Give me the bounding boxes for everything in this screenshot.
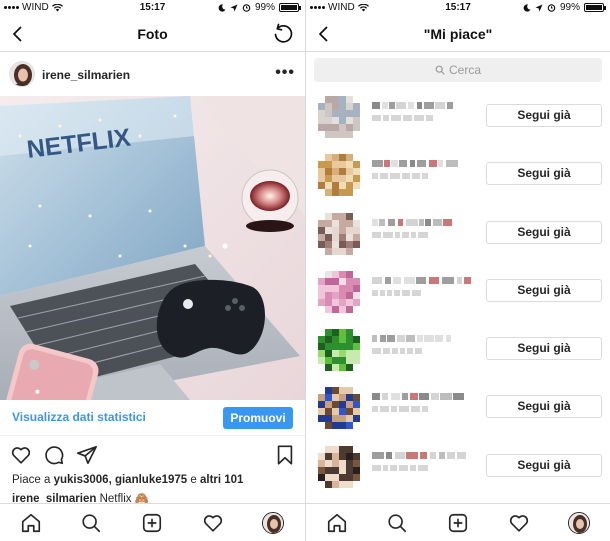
battery-icon [279,3,301,12]
liker-name-censored [372,393,464,413]
nav-bar: Foto [0,16,305,52]
status-indicators: 99% [218,2,301,13]
promote-button[interactable]: Promuovi [223,407,293,429]
liker-avatar[interactable] [316,444,362,490]
liker-name-censored [372,218,452,238]
likes-summary[interactable]: Piace a yukis3006, gianluke1975 e altri … [12,474,243,486]
moon-icon [218,3,226,12]
location-arrow-icon [535,4,543,11]
likes-screen: WIND 15:17 99% "Mi piace" Cerca Segui gi… [305,0,610,541]
search-icon[interactable] [386,512,408,534]
liker-avatar[interactable] [316,94,362,140]
heart-icon[interactable] [10,444,32,466]
liker-name-censored [372,335,451,355]
liker-name-censored [372,102,453,121]
post-stats-row: Visualizza dati statistici Promuovi [0,400,305,436]
page-title: "Mi piace" [423,26,493,42]
battery-percent: 99% [559,2,580,13]
battery-fill [281,5,297,10]
profile-avatar-icon[interactable] [262,512,284,534]
send-icon[interactable] [76,444,98,466]
liker-row[interactable]: Segui già [306,377,610,435]
post-username[interactable]: irene_silmarien [42,68,130,82]
liker-name[interactable]: yukis3006 [54,474,109,486]
home-icon[interactable] [326,512,348,534]
following-button[interactable]: Segui già [486,278,602,302]
battery-percent: 99% [254,2,275,13]
photo-screen: WIND 15:17 99% Foto irene_silmarien ••• [0,0,305,541]
alarm-icon [242,4,251,12]
likes-others[interactable]: altri 101 [200,474,243,486]
liker-avatar[interactable] [316,327,362,373]
likers-list: Segui già Segui già Segui già Segui già Segu… [306,86,610,494]
avatar[interactable] [9,61,35,87]
following-button[interactable]: Segui già [486,453,602,477]
activity-heart-icon[interactable] [508,512,530,534]
liker-row[interactable]: Segui già [306,144,610,202]
page-title: Foto [137,26,168,42]
following-button[interactable]: Segui già [486,104,602,127]
tab-bar [0,503,305,541]
add-post-icon[interactable] [141,512,163,534]
liker-row[interactable]: Segui già [306,319,610,377]
profile-avatar-icon[interactable] [568,512,590,534]
liker-name-censored [372,451,466,471]
liker-row[interactable]: Segui già [306,203,610,261]
location-arrow-icon [230,4,238,11]
following-button[interactable]: Segui già [486,220,602,244]
post-header: irene_silmarien ••• [0,60,305,90]
more-options-icon[interactable]: ••• [275,64,295,82]
liker-avatar[interactable] [316,269,362,315]
likes-connector: e [187,474,200,486]
following-button[interactable]: Segui già [486,337,602,361]
search-placeholder: Cerca [448,63,481,77]
post-photo[interactable]: NETFLIX [0,96,305,400]
liker-name-censored [372,160,458,180]
search-icon[interactable] [80,512,102,534]
battery-fill [586,5,602,10]
activity-heart-icon[interactable] [202,512,224,534]
add-post-icon[interactable] [447,512,469,534]
status-indicators: 99% [523,2,606,13]
liker-row[interactable]: Segui già [306,261,610,319]
liker-row[interactable]: Segui già [306,436,610,494]
liker-avatar[interactable] [316,152,362,198]
alarm-icon [547,4,556,12]
search-input[interactable]: Cerca [314,58,602,82]
home-icon[interactable] [20,512,42,534]
refresh-icon[interactable] [271,22,295,46]
following-button[interactable]: Segui già [486,162,602,186]
moon-icon [523,3,531,12]
liker-name[interactable]: gianluke1975 [115,474,187,486]
following-button[interactable]: Segui già [486,395,602,419]
status-bar: WIND 15:17 99% [0,0,305,16]
liker-avatar[interactable] [316,211,362,257]
comment-icon[interactable] [43,444,65,466]
post-actions [0,444,305,468]
view-insights-link[interactable]: Visualizza dati statistici [12,410,146,424]
bookmark-icon[interactable] [274,444,296,466]
liker-name-censored [372,276,471,296]
liker-row[interactable]: Segui già [306,86,610,144]
status-bar: WIND 15:17 99% [306,0,610,16]
nav-bar: "Mi piace" [306,16,610,52]
liker-avatar[interactable] [316,385,362,431]
tab-bar [306,503,610,541]
battery-icon [584,3,606,12]
likes-prefix: Piace a [12,474,54,486]
search-icon [435,65,445,75]
